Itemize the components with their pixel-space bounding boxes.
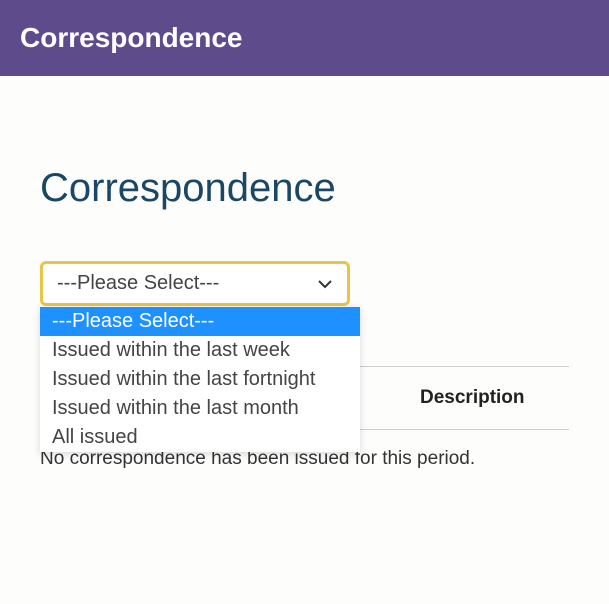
chevron-down-icon bbox=[317, 272, 333, 295]
page-title: Correspondence bbox=[40, 166, 569, 211]
filter-dropdown-list: ---Please Select--- Issued within the la… bbox=[40, 307, 360, 452]
content-area: Correspondence ---Please Select--- ---Pl… bbox=[0, 76, 609, 470]
filter-select-value: ---Please Select--- bbox=[57, 272, 219, 295]
table-col-description: Description bbox=[420, 387, 569, 409]
filter-select-wrapper: ---Please Select--- ---Please Select--- … bbox=[40, 261, 350, 306]
filter-select[interactable]: ---Please Select--- bbox=[40, 261, 350, 306]
filter-option-last-fortnight[interactable]: Issued within the last fortnight bbox=[40, 365, 360, 394]
filter-option-please-select[interactable]: ---Please Select--- bbox=[40, 307, 360, 336]
header-title: Correspondence bbox=[20, 22, 243, 53]
filter-option-last-month[interactable]: Issued within the last month bbox=[40, 394, 360, 423]
header-bar: Correspondence bbox=[0, 0, 609, 76]
filter-option-last-week[interactable]: Issued within the last week bbox=[40, 336, 360, 365]
filter-option-all-issued[interactable]: All issued bbox=[40, 423, 360, 452]
